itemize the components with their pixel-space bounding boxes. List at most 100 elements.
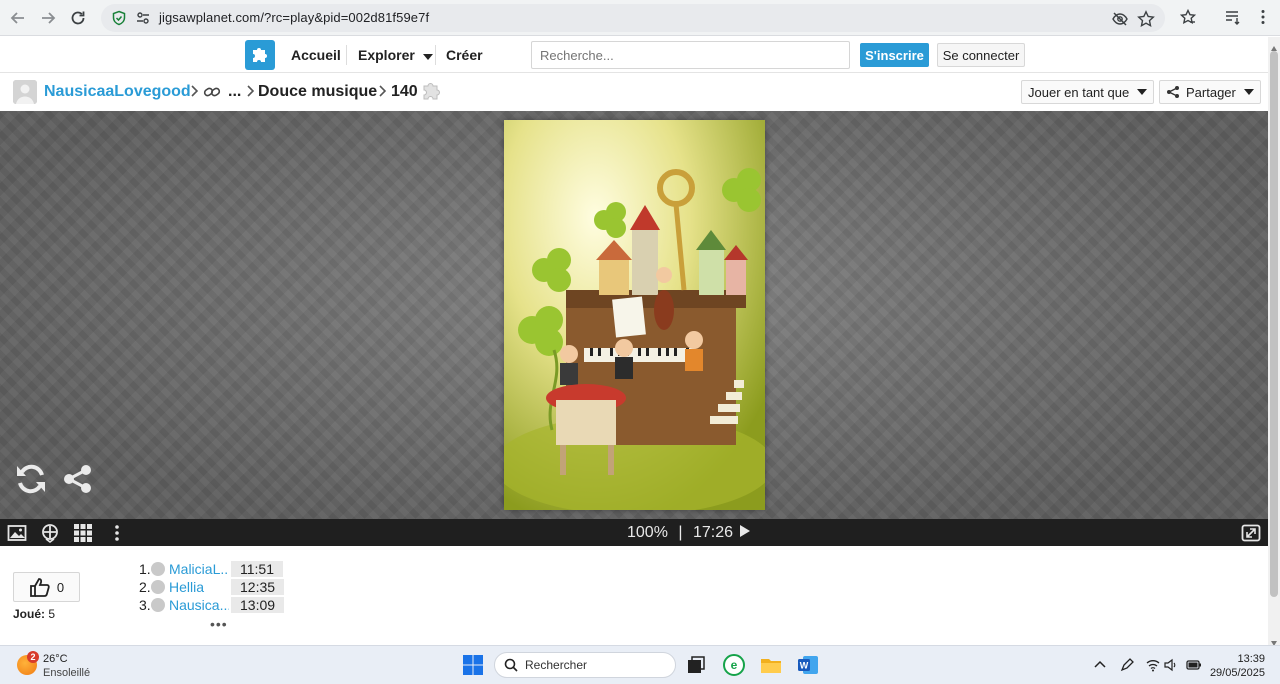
chevron-right-icon [378, 83, 388, 104]
like-count: 0 [56, 579, 65, 595]
eye-off-icon[interactable] [1111, 10, 1129, 28]
more-options-icon[interactable] [107, 523, 127, 543]
share-icon[interactable] [62, 463, 94, 495]
image-preview-icon[interactable] [7, 523, 27, 543]
reload-icon[interactable] [67, 7, 89, 29]
task-view-icon[interactable] [685, 654, 707, 676]
clock-date: 29/05/2025 [1209, 667, 1265, 679]
jigsaw-logo-icon[interactable] [245, 40, 275, 70]
scroll-down-icon[interactable] [1270, 634, 1278, 646]
volume-icon[interactable] [1164, 658, 1178, 672]
search-input[interactable] [531, 41, 850, 69]
leaderboard-row: 3. Nausica... 13:09 [139, 597, 285, 613]
nav-creer[interactable]: Créer [446, 47, 483, 63]
bookmark-star-icon[interactable] [1137, 10, 1155, 28]
puzzle-info: 0 Joué: 5 1. MaliciaL... 11:51 2. Hellia… [0, 546, 1268, 644]
chevron-up-icon[interactable] [1093, 658, 1107, 672]
more-scores-button[interactable]: ••• [210, 616, 228, 632]
score-time: 13:09 [231, 597, 285, 613]
puzzle-board[interactable] [0, 111, 1268, 519]
score-player-link[interactable]: Hellia [169, 579, 229, 595]
site-settings-icon[interactable] [135, 10, 151, 26]
wifi-icon[interactable] [1146, 658, 1160, 672]
play-as-label: Jouer en tant que [1028, 84, 1130, 100]
score-time: 11:51 [231, 561, 283, 577]
app-icon[interactable]: e [723, 654, 745, 676]
score-rank: 2. [139, 579, 151, 595]
game-toolbar: 100% | 17:26 [0, 519, 1268, 546]
score-player-link[interactable]: MaliciaL... [169, 561, 229, 577]
back-icon[interactable] [7, 7, 29, 29]
score-rank: 3. [139, 597, 151, 613]
played-count: Joué: 5 [13, 607, 55, 621]
word-icon[interactable]: W [797, 654, 819, 676]
breadcrumb-user-link[interactable]: NausicaaLovegood [44, 83, 191, 101]
played-label: Joué: [13, 607, 46, 621]
like-button[interactable]: 0 [13, 572, 80, 602]
shield-icon[interactable] [111, 10, 127, 26]
play-icon[interactable] [740, 524, 751, 542]
chrome-menu-icon[interactable] [1254, 8, 1272, 26]
weather-description[interactable]: Ensoleillé [43, 667, 90, 679]
leaderboard-row: 1. MaliciaL... 11:51 [139, 561, 283, 577]
search-icon [504, 658, 518, 672]
signup-button[interactable]: S'inscrire [860, 43, 929, 67]
score-rank: 1. [139, 561, 151, 577]
browser-toolbar: jigsawplanet.com/?rc=play&pid=002d81f59e… [0, 0, 1280, 36]
taskbar-search[interactable]: Rechercher [494, 652, 676, 678]
fullscreen-icon[interactable] [1241, 523, 1261, 543]
scroll-thumb[interactable] [1270, 51, 1278, 597]
svg-text:e: e [731, 658, 738, 672]
weather-temperature[interactable]: 26°C [43, 653, 68, 665]
avatar [151, 580, 165, 594]
breadcrumb-ellipsis[interactable]: ... [228, 83, 241, 101]
thumbs-up-icon [29, 577, 51, 597]
address-bar[interactable]: jigsawplanet.com/?rc=play&pid=002d81f59e… [101, 4, 1165, 32]
scroll-up-icon[interactable] [1270, 40, 1278, 51]
puzzle-piece-icon [421, 81, 443, 108]
login-button[interactable]: Se connecter [937, 43, 1025, 67]
timer: 17:26 [692, 524, 734, 542]
breadcrumb: NausicaaLovegood ... Douce musique 140 J… [0, 73, 1268, 111]
zoom-level: 100% [627, 524, 668, 542]
puzzle-image[interactable] [504, 120, 765, 510]
forward-icon[interactable] [37, 7, 59, 29]
caret-down-icon [1243, 89, 1254, 95]
system-clock[interactable]: 13:39 29/05/2025 [1210, 652, 1265, 680]
battery-icon[interactable] [1186, 658, 1201, 672]
chevron-right-icon [190, 83, 200, 104]
status-separator: | [678, 524, 683, 542]
extensions-icon[interactable] [1179, 8, 1197, 26]
puzzle-title: Douce musique [258, 83, 378, 100]
grid-sort-icon[interactable] [73, 523, 93, 543]
url-text: jigsawplanet.com/?rc=play&pid=002d81f59e… [159, 10, 430, 25]
file-explorer-icon[interactable] [760, 654, 782, 676]
notification-badge: 2 [27, 651, 39, 663]
share-dropdown[interactable]: Partager [1159, 80, 1261, 104]
avatar[interactable] [13, 80, 37, 104]
page-scrollbar[interactable] [1268, 37, 1280, 646]
leaderboard-row: 2. Hellia 12:35 [139, 579, 285, 595]
score-player-link[interactable]: Nausica... [169, 597, 229, 613]
play-as-dropdown[interactable]: Jouer en tant que [1021, 80, 1155, 104]
share-label: Partager [1186, 84, 1236, 100]
taskbar: 2 26°C Ensoleillé Rechercher e W 13:39 2… [0, 645, 1280, 684]
site-header: Accueil Explorer Créer S'inscrire Se con… [0, 37, 1268, 73]
ghost-image-icon[interactable] [40, 523, 60, 543]
nav-divider [346, 45, 347, 65]
nav-explorer-label: Explorer [358, 47, 415, 63]
chevron-right-icon [246, 83, 256, 104]
pen-icon[interactable] [1120, 658, 1134, 672]
nav-explorer[interactable]: Explorer [358, 47, 433, 63]
windows-start-icon[interactable] [462, 654, 484, 676]
piece-count: 140 [391, 83, 418, 100]
played-value: 5 [48, 607, 56, 621]
nav-divider [435, 45, 436, 65]
shuffle-icon[interactable] [14, 462, 48, 496]
link-icon[interactable] [203, 84, 221, 105]
svg-text:W: W [800, 661, 809, 671]
nav-accueil[interactable]: Accueil [291, 47, 341, 63]
reading-list-icon[interactable] [1224, 8, 1242, 26]
avatar [151, 562, 165, 576]
avatar [151, 598, 165, 612]
